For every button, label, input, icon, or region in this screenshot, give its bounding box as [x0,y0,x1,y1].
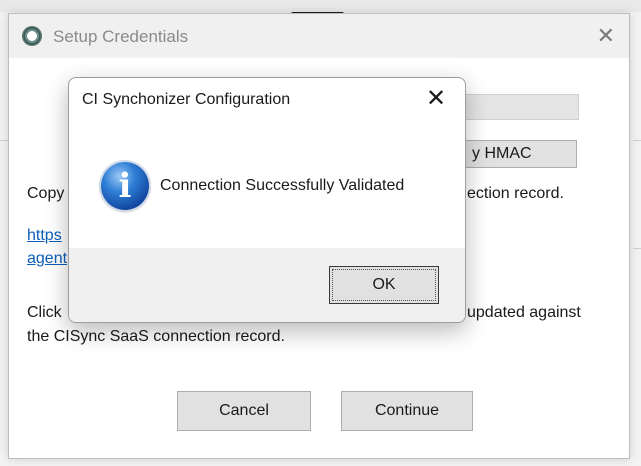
dialog-message: Connection Successfully Validated [160,177,405,194]
click-instruction-line2: the CISync SaaS connection record. [27,328,285,345]
help-link-line1[interactable]: https [27,227,62,245]
copy-instruction-end: ection record. [467,185,564,202]
background-divider [633,248,641,249]
background-window-strip [0,0,641,12]
cisync-logo [23,27,41,45]
copy-instruction-start: Copy [27,185,65,202]
click-instruction-end: updated against [467,304,581,321]
dialog-title: CI Synchonizer Configuration [82,91,291,108]
cancel-button[interactable]: Cancel [177,391,311,431]
window-title: Setup Credentials [53,27,189,46]
continue-button[interactable]: Continue [341,391,473,431]
dialog-close-icon[interactable]: ✕ [426,84,446,113]
help-link-line2[interactable]: agent [27,250,67,268]
validation-dialog: CI Synchonizer Configuration ✕ i Connect… [68,77,466,323]
info-icon: i [101,162,149,210]
ok-button[interactable]: OK [329,266,439,304]
background-divider [633,140,641,141]
title-bar: Setup Credentials ✕ [9,14,629,58]
credential-field[interactable] [465,94,579,120]
hmac-button[interactable]: y HMAC [465,140,577,168]
click-instruction-start: Click [27,304,62,321]
close-icon[interactable]: ✕ [597,23,615,49]
